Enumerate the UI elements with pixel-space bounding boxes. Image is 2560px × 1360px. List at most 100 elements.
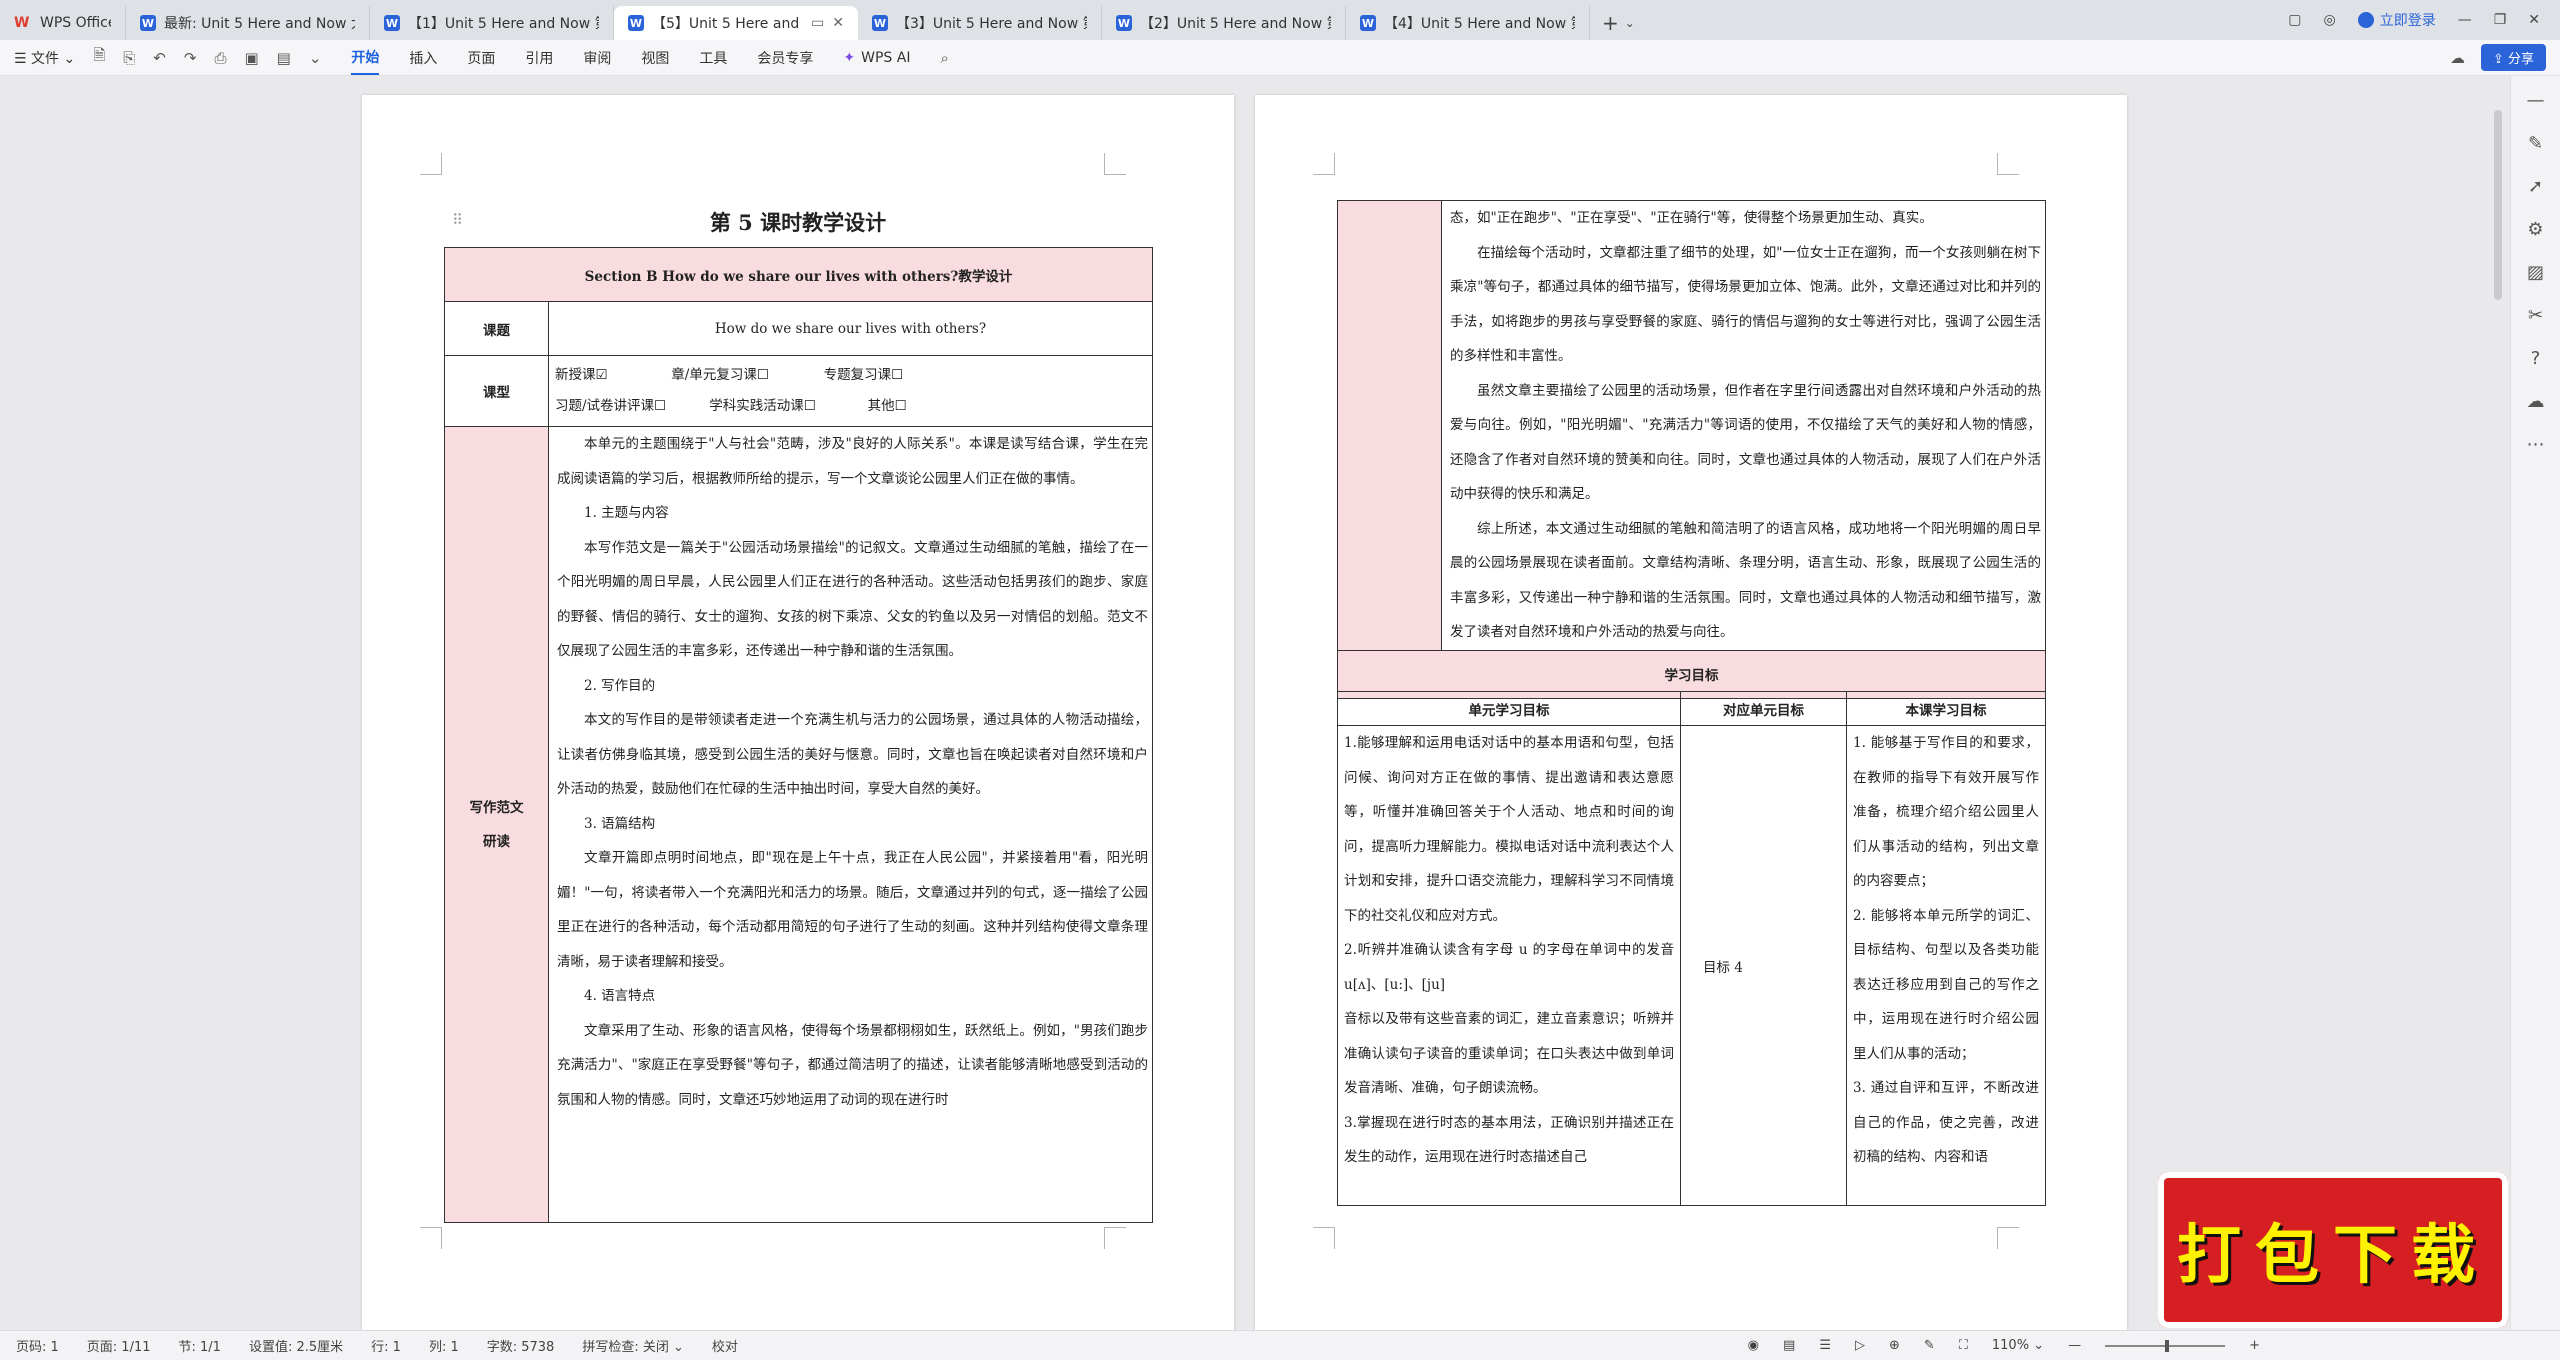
- col-lesson-goals: 本课学习目标: [1846, 691, 2046, 726]
- cloud-sync-icon[interactable]: ☁: [2450, 49, 2465, 67]
- unit-goal: 3.掌握现在进行时态的基本用法，正确识别并描述正在发生的动作，运用现在进行时态描…: [1344, 1114, 1674, 1166]
- format-painter-icon[interactable]: ▤: [277, 49, 291, 67]
- help-icon[interactable]: ?: [2531, 348, 2541, 369]
- type-practice-checkbox[interactable]: 学科实践活动课☐: [709, 391, 863, 422]
- more-icon[interactable]: ⋯: [2527, 434, 2545, 455]
- save-icon[interactable]: 🗎: [93, 45, 105, 70]
- redo-icon[interactable]: ↷: [184, 49, 197, 67]
- tab-document-1[interactable]: W 【1】Unit 5 Here and Now 第一课: [370, 6, 614, 40]
- type-exercise-checkbox[interactable]: 习题/试卷讲评课☐: [555, 391, 705, 422]
- tab-document-5-active[interactable]: W 【5】Unit 5 Here and Now ▭ ✕: [614, 6, 858, 40]
- zoom-in-icon[interactable]: +: [2249, 1338, 2260, 1353]
- lesson-goals-cell: 1. 能够基于写作目的和要求，在教师的指导下有效开展写作准备，梳理介绍介绍公园里…: [1846, 725, 2046, 1206]
- paragraph: 在描绘每个活动时，文章都注重了细节的处理，如"一位女士正在遛狗，而一个女孩则躺在…: [1450, 244, 2041, 365]
- zoom-out-icon[interactable]: —: [2068, 1338, 2081, 1353]
- window-restore-icon[interactable]: ▭: [811, 15, 824, 31]
- status-page-number[interactable]: 页码: 1: [16, 1336, 59, 1355]
- pen-icon[interactable]: ✎: [1924, 1338, 1935, 1353]
- tab-tools[interactable]: 工具: [699, 42, 727, 74]
- export-icon[interactable]: ⎘: [123, 49, 135, 67]
- tab-label: 【5】Unit 5 Here and Now: [652, 16, 803, 32]
- tab-references[interactable]: 引用: [525, 42, 553, 74]
- tab-document-latest[interactable]: W 最新: Unit 5 Here and Now 大单元: [126, 6, 370, 40]
- zoom-level[interactable]: 110% ⌄: [1992, 1338, 2044, 1353]
- eye-icon[interactable]: ◉: [1748, 1338, 1759, 1353]
- tools-icon[interactable]: ✂: [2528, 305, 2543, 326]
- tab-review[interactable]: 审阅: [583, 42, 611, 74]
- tab-insert[interactable]: 插入: [409, 42, 437, 74]
- type-topic-review-checkbox[interactable]: 专题复习课☐: [824, 367, 904, 383]
- print-icon[interactable]: ⎙: [214, 49, 226, 67]
- plus-icon: +: [1602, 11, 1619, 35]
- window-close-icon[interactable]: ✕: [2528, 12, 2540, 28]
- login-label: 立即登录: [2379, 13, 2436, 29]
- status-word-count[interactable]: 字数: 5738: [487, 1336, 555, 1355]
- tab-document-3[interactable]: W 【3】Unit 5 Here and Now 第三课: [858, 6, 1102, 40]
- select-icon[interactable]: ➚: [2528, 176, 2543, 197]
- share-button[interactable]: ⇪ 分享: [2480, 44, 2546, 71]
- new-tab-button[interactable]: + ⌄: [1590, 6, 1647, 40]
- tab-view[interactable]: 视图: [641, 42, 669, 74]
- type-other-checkbox[interactable]: 其他☐: [868, 398, 907, 414]
- avatar-icon: [2357, 12, 2374, 28]
- download-badge[interactable]: 打包下载: [2158, 1172, 2508, 1328]
- status-setting[interactable]: 设置值: 2.5厘米: [249, 1336, 343, 1355]
- type-new-checkbox[interactable]: 新授课☑: [555, 360, 667, 391]
- wps-logo-icon: W: [14, 15, 30, 31]
- page-view-icon[interactable]: ▤: [1783, 1338, 1795, 1353]
- tab-wps-office[interactable]: W WPS Office: [0, 6, 126, 40]
- file-menu[interactable]: ☰ 文件 ⌄: [14, 48, 75, 68]
- lesson-goal: 1. 能够基于写作目的和要求，在教师的指导下有效开展写作准备，梳理介绍介绍公园里…: [1853, 735, 2039, 889]
- section-heading: Section B How do we share our lives with…: [444, 247, 1153, 302]
- collapse-icon[interactable]: —: [2527, 90, 2545, 111]
- fit-icon[interactable]: ⛶: [1959, 1338, 1968, 1353]
- search-icon[interactable]: ⌕: [940, 49, 948, 67]
- tab-document-4[interactable]: W 【4】Unit 5 Here and Now 第四课: [1346, 6, 1590, 40]
- preview-icon[interactable]: ▣: [244, 49, 258, 67]
- tab-page[interactable]: 页面: [467, 42, 495, 74]
- tab-label: 【4】Unit 5 Here and Now 第四课: [1384, 16, 1575, 32]
- status-section[interactable]: 节: 1/1: [179, 1336, 221, 1355]
- cloud-icon[interactable]: ☁: [2527, 391, 2545, 412]
- target-cell: 目标 4: [1680, 725, 1847, 1206]
- zoom-slider[interactable]: [2105, 1339, 2226, 1352]
- play-icon[interactable]: ▷: [1855, 1338, 1865, 1353]
- unit-goal: 2.听辨并准确认读含有字母 u 的字母在单词中的发音 u[ʌ]、[u:]、[ju…: [1344, 942, 1674, 993]
- paragraph: 本文的写作目的是带领读者走进一个充满生机与活力的公园场景，通过具体的人物活动描绘…: [557, 712, 1148, 797]
- study-content: 本单元的主题围绕于"人与社会"范畴，涉及"良好的人际关系"。本课是读写结合课，学…: [548, 426, 1153, 1223]
- outline-view-icon[interactable]: ☰: [1819, 1338, 1831, 1353]
- image-icon[interactable]: ▨: [2527, 262, 2544, 283]
- study-label-line: 研读: [483, 833, 510, 850]
- tab-home[interactable]: 开始: [351, 41, 380, 75]
- zoom-slider-thumb[interactable]: [2165, 1339, 2170, 1352]
- study-label: 写作范文 研读: [444, 426, 549, 1223]
- tab-document-2[interactable]: W 【2】Unit 5 Here and Now 第二课: [1102, 6, 1346, 40]
- settings-icon[interactable]: ⚙: [2527, 219, 2543, 240]
- status-pages[interactable]: 页面: 1/11: [87, 1336, 151, 1355]
- undo-icon[interactable]: ↶: [153, 49, 166, 67]
- login-button[interactable]: 立即登录: [2357, 10, 2436, 30]
- minimize-icon[interactable]: —: [2458, 12, 2472, 28]
- document-page-2[interactable]: 态，如"正在跑步"、"正在享受"、"正在骑行"等，使得整个场景更加生动、真实。 …: [1255, 95, 2127, 1330]
- ribbon: ☰ 文件 ⌄ 🗎 ⎘ ↶ ↷ ⎙ ▣ ▤ ⌄ 开始 插入 页面 引用 审阅 视图…: [0, 40, 2560, 76]
- close-icon[interactable]: ✕: [832, 15, 844, 31]
- unit-goal: 1.能够理解和运用电话对话中的基本用语和句型，包括问候、询问对方正在做的事情、提…: [1344, 735, 1674, 924]
- tab-label: WPS Office: [40, 15, 111, 31]
- status-spell-check[interactable]: 拼写检查: 关闭 ⌄: [582, 1336, 684, 1355]
- chevron-down-icon[interactable]: ⌄: [1625, 16, 1635, 30]
- vertical-scrollbar[interactable]: [2494, 110, 2502, 300]
- maximize-icon[interactable]: ❐: [2494, 12, 2507, 28]
- type-unit-review-checkbox[interactable]: 章/单元复习课☐: [671, 360, 819, 391]
- wps-ai-icon: ✦: [843, 49, 856, 66]
- web-view-icon[interactable]: ⊕: [1889, 1338, 1900, 1353]
- skin-icon[interactable]: ◎: [2323, 12, 2335, 28]
- crop-mark: [1313, 1227, 1335, 1249]
- col-unit-goals: 单元学习目标: [1337, 691, 1681, 726]
- document-page-1[interactable]: ⠿ 第 5 课时教学设计 Section B How do we share o…: [362, 95, 1234, 1330]
- layout-icon[interactable]: ▢: [2288, 12, 2301, 28]
- status-proofread[interactable]: 校对: [712, 1336, 738, 1355]
- tab-wps-ai[interactable]: ✦ WPS AI: [843, 44, 910, 72]
- edit-icon[interactable]: ✎: [2528, 133, 2543, 154]
- chevron-down-icon[interactable]: ⌄: [309, 49, 322, 67]
- tab-member[interactable]: 会员专享: [757, 42, 813, 74]
